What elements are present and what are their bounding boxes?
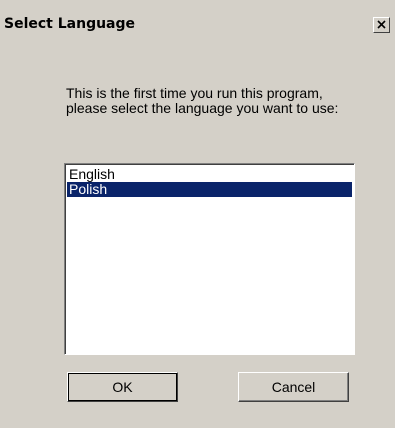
select-language-dialog: Select Language This is the first time y… — [0, 0, 399, 428]
list-item-english[interactable]: English — [67, 167, 352, 182]
close-button[interactable] — [373, 17, 390, 33]
title-bar: Select Language — [0, 11, 395, 40]
ok-button[interactable]: OK — [67, 372, 178, 402]
instruction-text: This is the first time you run this prog… — [66, 85, 339, 116]
close-icon — [377, 20, 386, 29]
dialog-title: Select Language — [4, 16, 136, 32]
window-edge — [395, 0, 399, 428]
cancel-button[interactable]: Cancel — [238, 372, 349, 402]
language-listbox[interactable]: English Polish — [64, 163, 355, 355]
list-item-polish[interactable]: Polish — [67, 182, 352, 197]
